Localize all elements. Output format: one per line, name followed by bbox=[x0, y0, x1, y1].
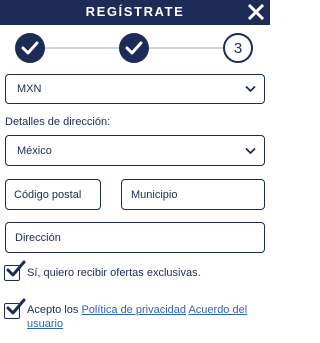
address-section-label: Detalles de dirección: bbox=[5, 116, 111, 128]
country-select-value: México bbox=[17, 144, 52, 157]
municipality-field[interactable]: Municipio bbox=[121, 179, 265, 210]
address-placeholder: Dirección bbox=[15, 231, 61, 244]
currency-select-value: MXN bbox=[17, 83, 42, 95]
close-icon[interactable] bbox=[248, 4, 264, 20]
offers-consent-row: Sí, quiero recibir ofertas exclusivas. bbox=[4, 260, 201, 281]
privacy-policy-link[interactable]: Política de privacidad bbox=[81, 304, 186, 316]
page-title: REGÍSTRATE bbox=[85, 4, 185, 19]
checkmark-icon bbox=[6, 298, 26, 315]
checkmark-icon bbox=[6, 260, 26, 277]
terms-prefix: Acepto los bbox=[27, 304, 79, 316]
terms-checkbox[interactable] bbox=[4, 298, 26, 319]
terms-consent-label: Acepto los Política de privacidad Acuerd… bbox=[27, 303, 257, 331]
currency-select[interactable]: MXN bbox=[5, 74, 265, 104]
chevron-down-icon bbox=[245, 86, 256, 92]
checkmark-icon bbox=[125, 41, 143, 55]
postal-code-placeholder: Código postal bbox=[14, 188, 82, 201]
terms-consent-row: Acepto los Política de privacidad Acuerd… bbox=[4, 298, 257, 331]
step-3-number: 3 bbox=[233, 39, 243, 57]
progress-stepper: 3 bbox=[0, 30, 270, 66]
offers-checkbox[interactable] bbox=[4, 260, 26, 281]
municipality-placeholder: Municipio bbox=[131, 188, 178, 201]
header-bar: REGÍSTRATE bbox=[0, 0, 270, 25]
step-2-completed bbox=[119, 33, 149, 63]
step-connector bbox=[148, 47, 226, 49]
step-connector bbox=[44, 47, 122, 49]
country-select[interactable]: México bbox=[5, 135, 265, 166]
step-3-current: 3 bbox=[223, 33, 253, 63]
user-agreement-link[interactable]: Acuerdo del bbox=[188, 304, 247, 316]
step-1-completed bbox=[15, 33, 45, 63]
checkmark-icon bbox=[21, 41, 39, 55]
user-agreement-link-continued[interactable]: usuario bbox=[27, 318, 63, 330]
close-button[interactable] bbox=[245, 1, 267, 23]
chevron-down-icon bbox=[245, 147, 256, 154]
address-field[interactable]: Dirección bbox=[5, 222, 265, 253]
offers-consent-label: Sí, quiero recibir ofertas exclusivas. bbox=[27, 267, 201, 279]
postal-code-field[interactable]: Código postal bbox=[5, 179, 101, 210]
